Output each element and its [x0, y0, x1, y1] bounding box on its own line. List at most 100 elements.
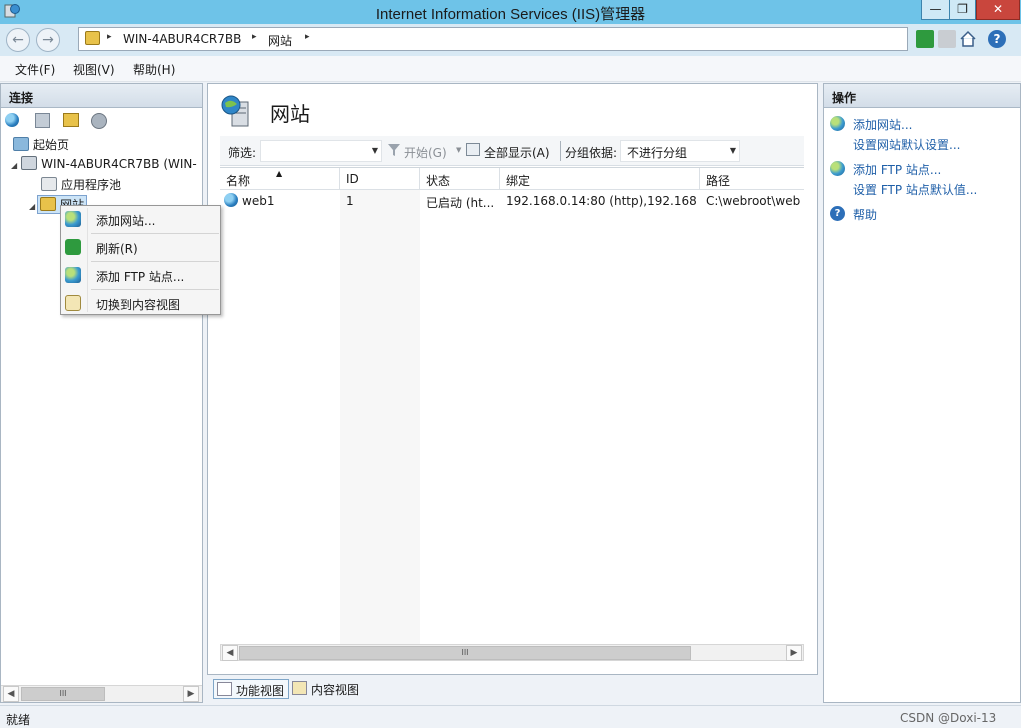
refresh-icon[interactable]: [916, 30, 934, 48]
connections-header: 连接: [1, 84, 202, 108]
column-header-status[interactable]: 状态: [420, 168, 500, 190]
start-page-icon: [13, 137, 29, 151]
back-button[interactable]: ←: [6, 28, 30, 52]
website-globe-icon: [224, 193, 238, 207]
add-ftp-icon: [830, 161, 845, 176]
scroll-thumb[interactable]: III: [21, 687, 105, 701]
cell-id: 1: [346, 194, 354, 208]
breadcrumb-separator: ▸: [107, 32, 112, 42]
connections-toolbar: [5, 112, 195, 132]
content-view-tab[interactable]: 内容视图: [289, 679, 363, 699]
ctx-refresh[interactable]: 刷新(R): [61, 235, 220, 259]
tree-start-page[interactable]: 起始页: [13, 136, 69, 153]
expand-arrow-icon[interactable]: ◢: [11, 161, 17, 170]
column-header-path[interactable]: 路径: [700, 168, 804, 190]
disconnect-icon[interactable]: [91, 113, 107, 129]
breadcrumb-sites[interactable]: 网站: [268, 32, 292, 49]
column-header-id[interactable]: ID: [340, 168, 420, 190]
add-website-icon: [65, 211, 81, 227]
action-ftp-defaults[interactable]: 设置 FTP 站点默认值...: [853, 181, 977, 198]
folder-icon: [85, 31, 100, 45]
tree-server[interactable]: ◢ WIN-4ABUR4CR7BB (WIN-: [11, 156, 197, 171]
page-title: 网站: [270, 102, 310, 126]
breadcrumb-separator: ▸: [252, 32, 257, 42]
action-add-ftp-site[interactable]: 添加 FTP 站点...: [853, 161, 941, 178]
menu-help[interactable]: 帮助(H): [133, 61, 175, 78]
sites-folder-icon: [40, 197, 57, 211]
filter-label: 筛选:: [228, 146, 257, 160]
websites-icon: [220, 94, 256, 128]
ctx-add-website[interactable]: 添加网站...: [61, 207, 220, 231]
filter-input[interactable]: ▼: [260, 140, 382, 162]
scroll-right-icon[interactable]: ▶: [183, 686, 199, 702]
forward-button[interactable]: →: [36, 28, 60, 52]
title-bar: Internet Information Services (IIS)管理器 —…: [0, 0, 1021, 24]
status-bar: 就绪 CSDN @Doxi-13: [0, 705, 1021, 728]
help-icon: ?: [830, 206, 845, 221]
show-all-icon[interactable]: [466, 143, 480, 156]
filter-bar: 筛选: ▼ 开始(G) ▼ 全部显示(A) 分组依据: 不进行分组 ▼: [220, 136, 804, 166]
funnel-icon[interactable]: [388, 144, 400, 156]
main-panel: 网站 筛选: ▼ 开始(G) ▼ 全部显示(A) 分组依据: 不进行分组 ▼ 名…: [207, 83, 818, 675]
home-icon[interactable]: [959, 30, 977, 48]
menu-view[interactable]: 视图(V): [73, 61, 115, 78]
status-text: 就绪: [6, 713, 31, 727]
column-shade: [340, 190, 420, 645]
minimize-button[interactable]: —: [921, 0, 950, 20]
tree-app-pools[interactable]: 应用程序池: [41, 176, 121, 193]
menu-bar: 文件(F) 视图(V) 帮助(H): [0, 56, 1021, 82]
save-icon[interactable]: [35, 113, 50, 128]
app-pool-icon: [41, 177, 57, 191]
ctx-add-ftp-site[interactable]: 添加 FTP 站点...: [61, 263, 220, 287]
content-view-icon: [292, 681, 307, 695]
show-all-button[interactable]: 全部显示(A): [484, 144, 550, 161]
action-site-defaults[interactable]: 设置网站默认设置...: [853, 136, 960, 153]
expand-arrow-icon[interactable]: ◢: [29, 202, 35, 211]
features-view-icon: [217, 682, 232, 696]
help-icon[interactable]: ?: [988, 30, 1006, 48]
add-ftp-icon: [65, 267, 81, 283]
group-by-select[interactable]: 不进行分组 ▼: [620, 140, 740, 162]
close-button[interactable]: ✕: [976, 0, 1020, 20]
features-view-tab[interactable]: 功能视图: [213, 679, 290, 699]
menu-separator: [91, 261, 219, 262]
context-menu: 添加网站... 刷新(R) 添加 FTP 站点... 切换到内容视图: [60, 205, 221, 315]
menu-file[interactable]: 文件(F): [15, 61, 55, 78]
scroll-left-icon[interactable]: ◀: [3, 686, 19, 702]
cell-path: C:\webroot\web: [706, 194, 801, 208]
cell-name: web1: [242, 194, 275, 208]
refresh-icon: [65, 239, 81, 255]
scroll-right-icon[interactable]: ▶: [786, 645, 802, 661]
sites-table: 名称 ▲ ID 状态 绑定 路径 web1 1 已启动 (ht... 192.16…: [220, 167, 804, 645]
connect-icon[interactable]: [5, 113, 21, 129]
cell-status: 已启动 (ht...: [426, 196, 495, 210]
stop-icon[interactable]: [938, 30, 956, 48]
dropdown-arrow-icon[interactable]: ▼: [372, 146, 378, 155]
address-breadcrumb[interactable]: ▸ WIN-4ABUR4CR7BB ▸ 网站 ▸: [78, 27, 908, 51]
cell-binding: 192.168.0.14:80 (http),192.168....: [506, 194, 696, 208]
connections-hscrollbar[interactable]: ◀ III ▶: [1, 685, 202, 702]
actions-header: 操作: [824, 84, 1020, 108]
table-row[interactable]: web1 1 已启动 (ht... 192.168.0.14:80 (http)…: [220, 190, 804, 212]
content-view-icon: [65, 295, 81, 311]
add-website-icon: [830, 116, 845, 131]
breadcrumb-server[interactable]: WIN-4ABUR4CR7BB: [123, 32, 241, 46]
scroll-left-icon[interactable]: ◀: [222, 645, 238, 661]
ctx-switch-content-view[interactable]: 切换到内容视图: [61, 291, 220, 315]
start-filter-button[interactable]: 开始(G): [404, 144, 447, 161]
maximize-button[interactable]: ❐: [949, 0, 976, 20]
dropdown-arrow-icon[interactable]: ▼: [730, 146, 736, 155]
actions-panel: 操作 添加网站... 设置网站默认设置... 添加 FTP 站点... 设置 F…: [823, 83, 1021, 703]
column-header-binding[interactable]: 绑定: [500, 168, 700, 190]
watermark-text: CSDN @Doxi-13: [900, 711, 997, 725]
server-icon: [21, 156, 38, 170]
column-header-name[interactable]: 名称 ▲: [220, 168, 340, 190]
group-by-label: 分组依据:: [565, 146, 618, 160]
menu-separator: [91, 233, 219, 234]
dropdown-arrow-icon[interactable]: ▼: [456, 146, 461, 154]
scroll-thumb[interactable]: III: [239, 646, 691, 660]
table-hscrollbar[interactable]: ◀ III ▶: [220, 644, 804, 661]
open-folder-icon[interactable]: [63, 113, 79, 127]
action-help[interactable]: 帮助: [853, 206, 877, 223]
action-add-website[interactable]: 添加网站...: [853, 116, 912, 133]
